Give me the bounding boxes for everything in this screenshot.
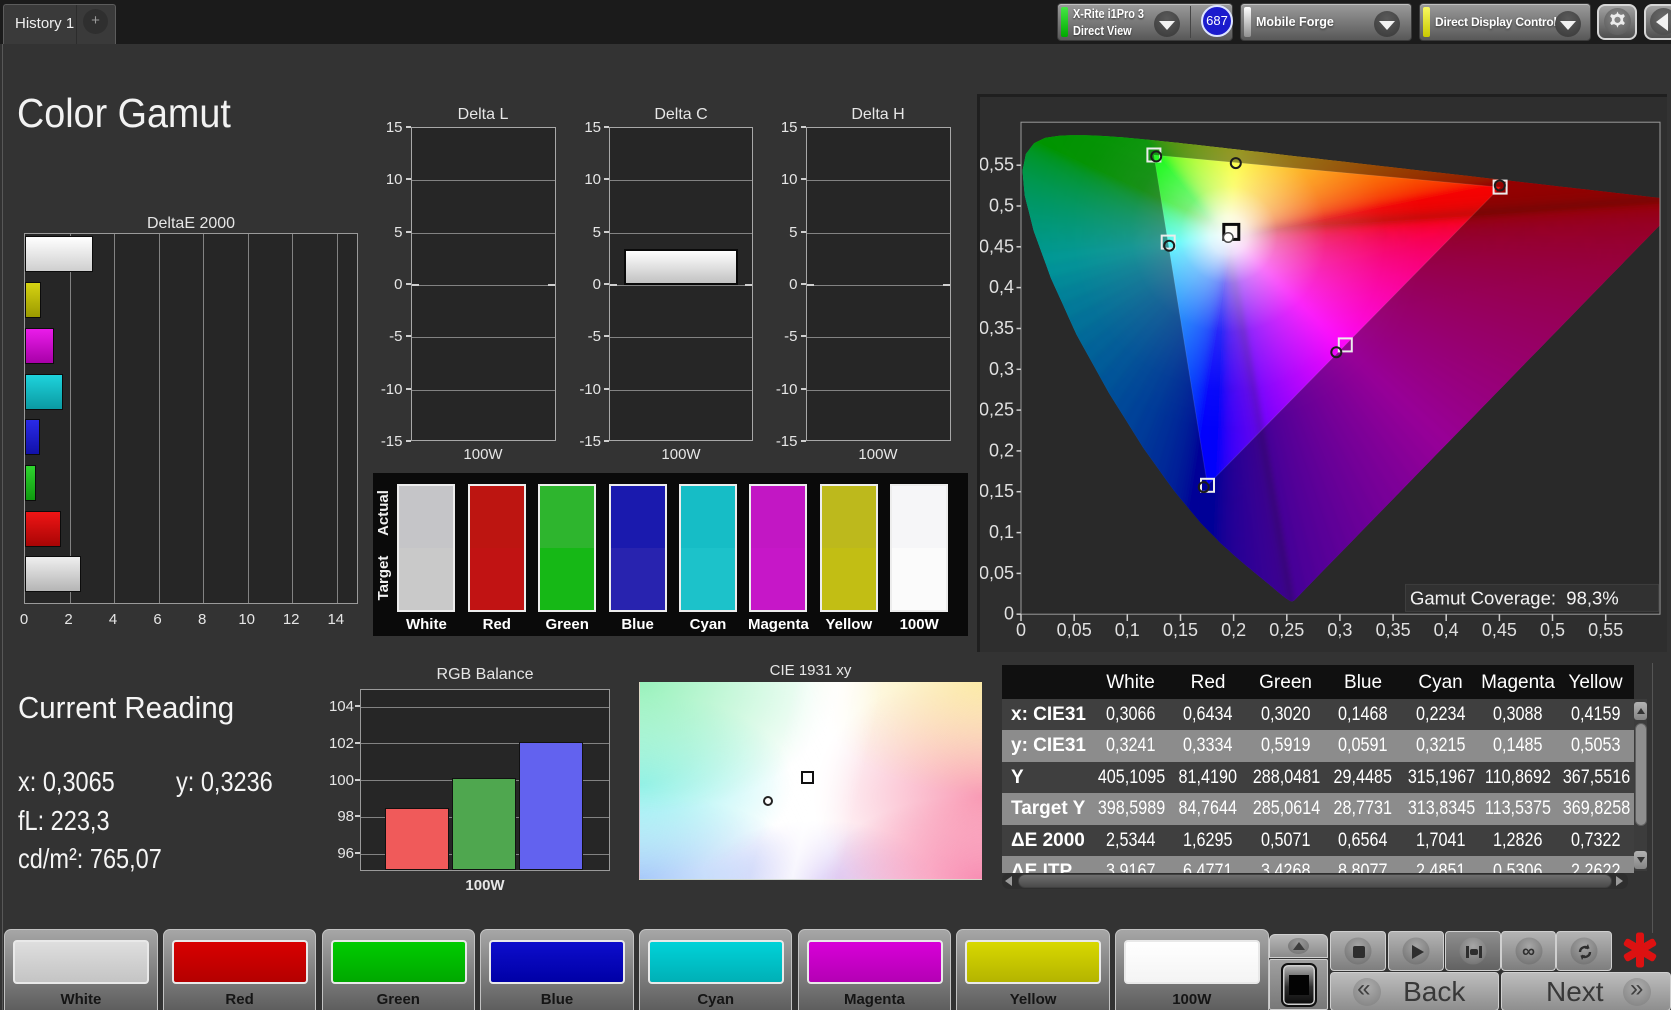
svg-text:0,2: 0,2 <box>989 440 1014 460</box>
svg-text:0,2: 0,2 <box>1221 620 1246 640</box>
svg-text:0,05: 0,05 <box>1057 620 1092 640</box>
svg-text:0,4: 0,4 <box>1434 620 1459 640</box>
svg-text:0,1: 0,1 <box>1115 620 1140 640</box>
svg-text:0,4: 0,4 <box>989 277 1014 297</box>
svg-text:0,35: 0,35 <box>1376 620 1411 640</box>
svg-text:0,45: 0,45 <box>1482 620 1517 640</box>
svg-text:0,1: 0,1 <box>989 522 1014 542</box>
svg-text:0,05: 0,05 <box>980 563 1014 583</box>
svg-text:0,25: 0,25 <box>980 400 1014 420</box>
svg-text:0,3: 0,3 <box>1327 620 1352 640</box>
svg-text:0,15: 0,15 <box>1163 620 1198 640</box>
svg-text:0,3: 0,3 <box>989 359 1014 379</box>
svg-text:0: 0 <box>1004 604 1014 624</box>
svg-text:0,35: 0,35 <box>980 318 1014 338</box>
svg-text:0,55: 0,55 <box>980 155 1014 175</box>
svg-text:0,25: 0,25 <box>1269 620 1304 640</box>
svg-text:0,55: 0,55 <box>1588 620 1623 640</box>
svg-text:0,15: 0,15 <box>980 481 1014 501</box>
svg-text:0: 0 <box>1016 620 1026 640</box>
svg-text:Gamut Coverage: 98,3%: Gamut Coverage: 98,3% <box>1410 588 1619 609</box>
svg-text:0,5: 0,5 <box>1540 620 1565 640</box>
svg-text:0,5: 0,5 <box>989 196 1014 216</box>
svg-text:0,45: 0,45 <box>980 236 1014 256</box>
